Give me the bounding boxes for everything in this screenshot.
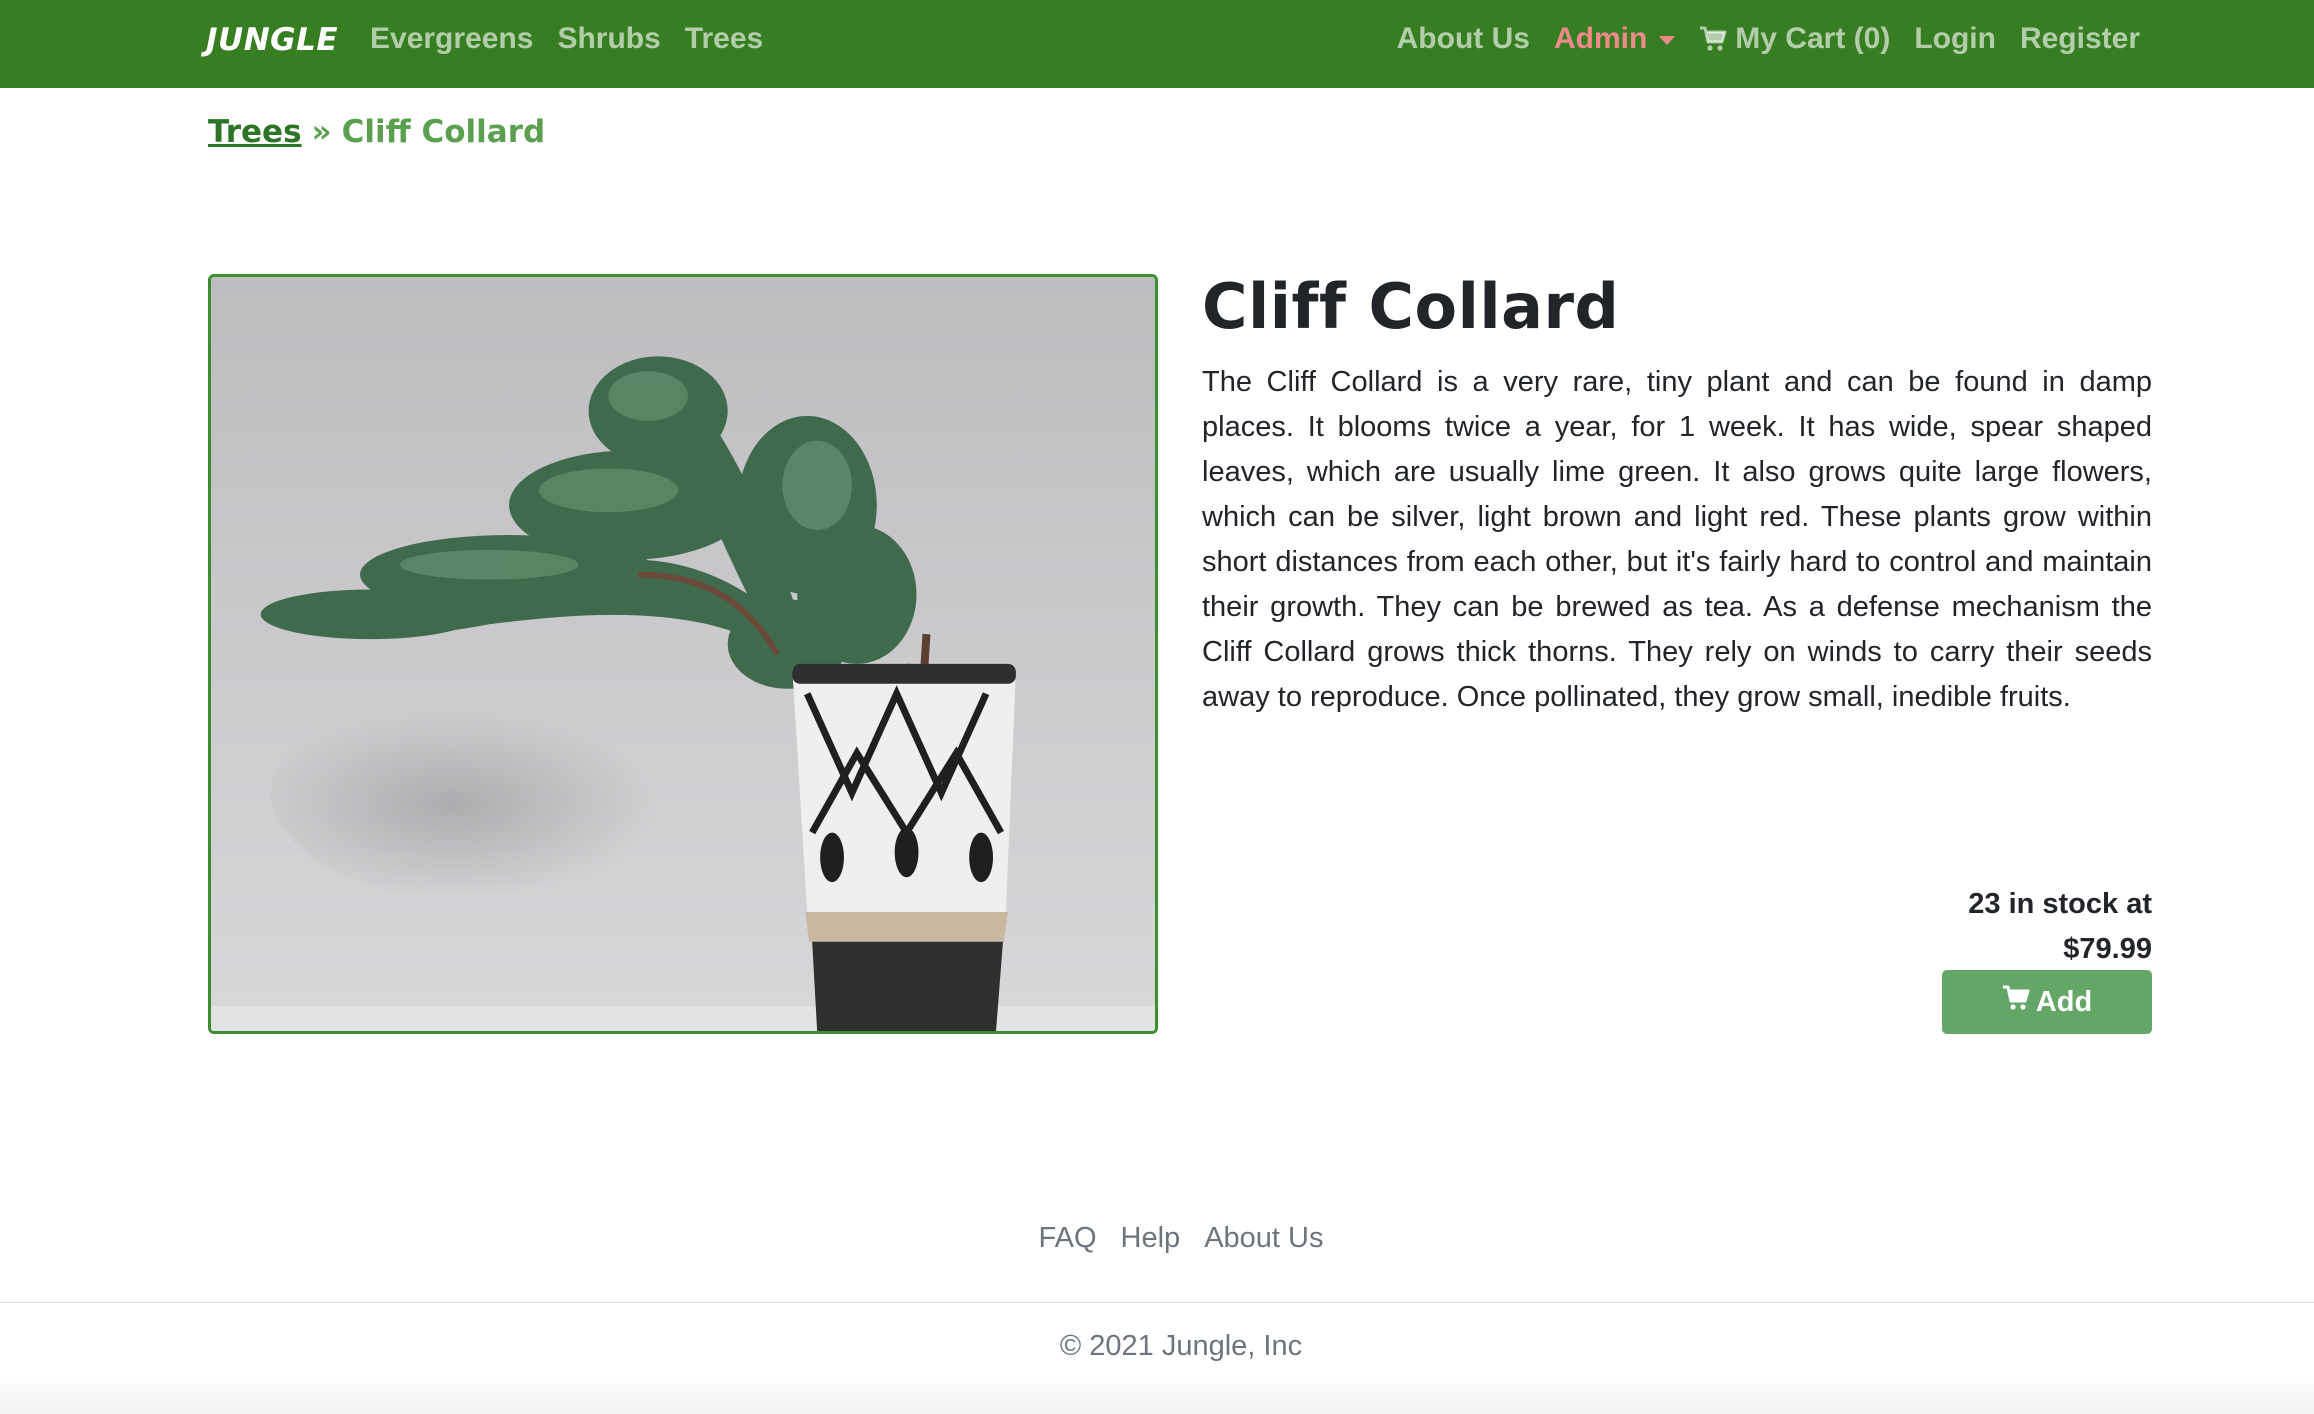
nav-shrubs[interactable]: Shrubs [557,22,660,56]
add-to-cart-button[interactable]: Add [1942,970,2152,1034]
nav-login[interactable]: Login [1914,22,1996,56]
nav-register[interactable]: Register [2020,22,2140,56]
admin-label: Admin [1553,22,1648,55]
breadcrumb-parent-link[interactable]: Trees [208,114,302,150]
nav-admin-dropdown[interactable]: Admin [1553,22,1676,56]
nav-my-cart[interactable]: My Cart (0) [1699,22,1890,56]
footer-help-link[interactable]: Help [1121,1222,1181,1255]
product-price: $79.99 [2063,933,2152,965]
chevron-down-icon [1659,35,1676,45]
cart-icon [2002,985,2030,1019]
footer-faq-link[interactable]: FAQ [1039,1222,1097,1255]
stock-and-price: 23 in stock at $79.99 [1968,882,2152,972]
product-image [208,274,1158,1034]
breadcrumb: Trees » Cliff Collard [208,114,545,150]
nav-evergreens[interactable]: Evergreens [370,22,533,56]
brand-logo[interactable]: JUNGLE [206,22,338,58]
stock-line: 23 in stock at [1968,888,2152,920]
category-nav: Evergreens Shrubs Trees [370,22,763,56]
footer-links: FAQ Help About Us [0,1222,2314,1255]
breadcrumb-separator: » [311,114,332,150]
copyright: © 2021 Jungle, Inc [1059,1330,1303,1362]
product-title: Cliff Collard [1202,270,1620,343]
page-bottom [0,1374,2314,1414]
cart-icon [1699,26,1727,52]
account-nav: About Us Admin My Cart (0) Login Registe… [1397,22,2140,56]
cart-label: My Cart (0) [1735,22,1891,55]
nav-trees[interactable]: Trees [685,22,763,56]
footer-about-link[interactable]: About Us [1204,1222,1323,1255]
product-description: The Cliff Collard is a very rare, tiny p… [1202,366,2152,713]
add-button-label: Add [2035,985,2093,1018]
footer-divider [0,1302,2314,1303]
nav-about-us[interactable]: About Us [1397,22,1530,56]
breadcrumb-current: Cliff Collard [341,114,546,150]
top-navbar: JUNGLE Evergreens Shrubs Trees About Us … [0,0,2314,88]
